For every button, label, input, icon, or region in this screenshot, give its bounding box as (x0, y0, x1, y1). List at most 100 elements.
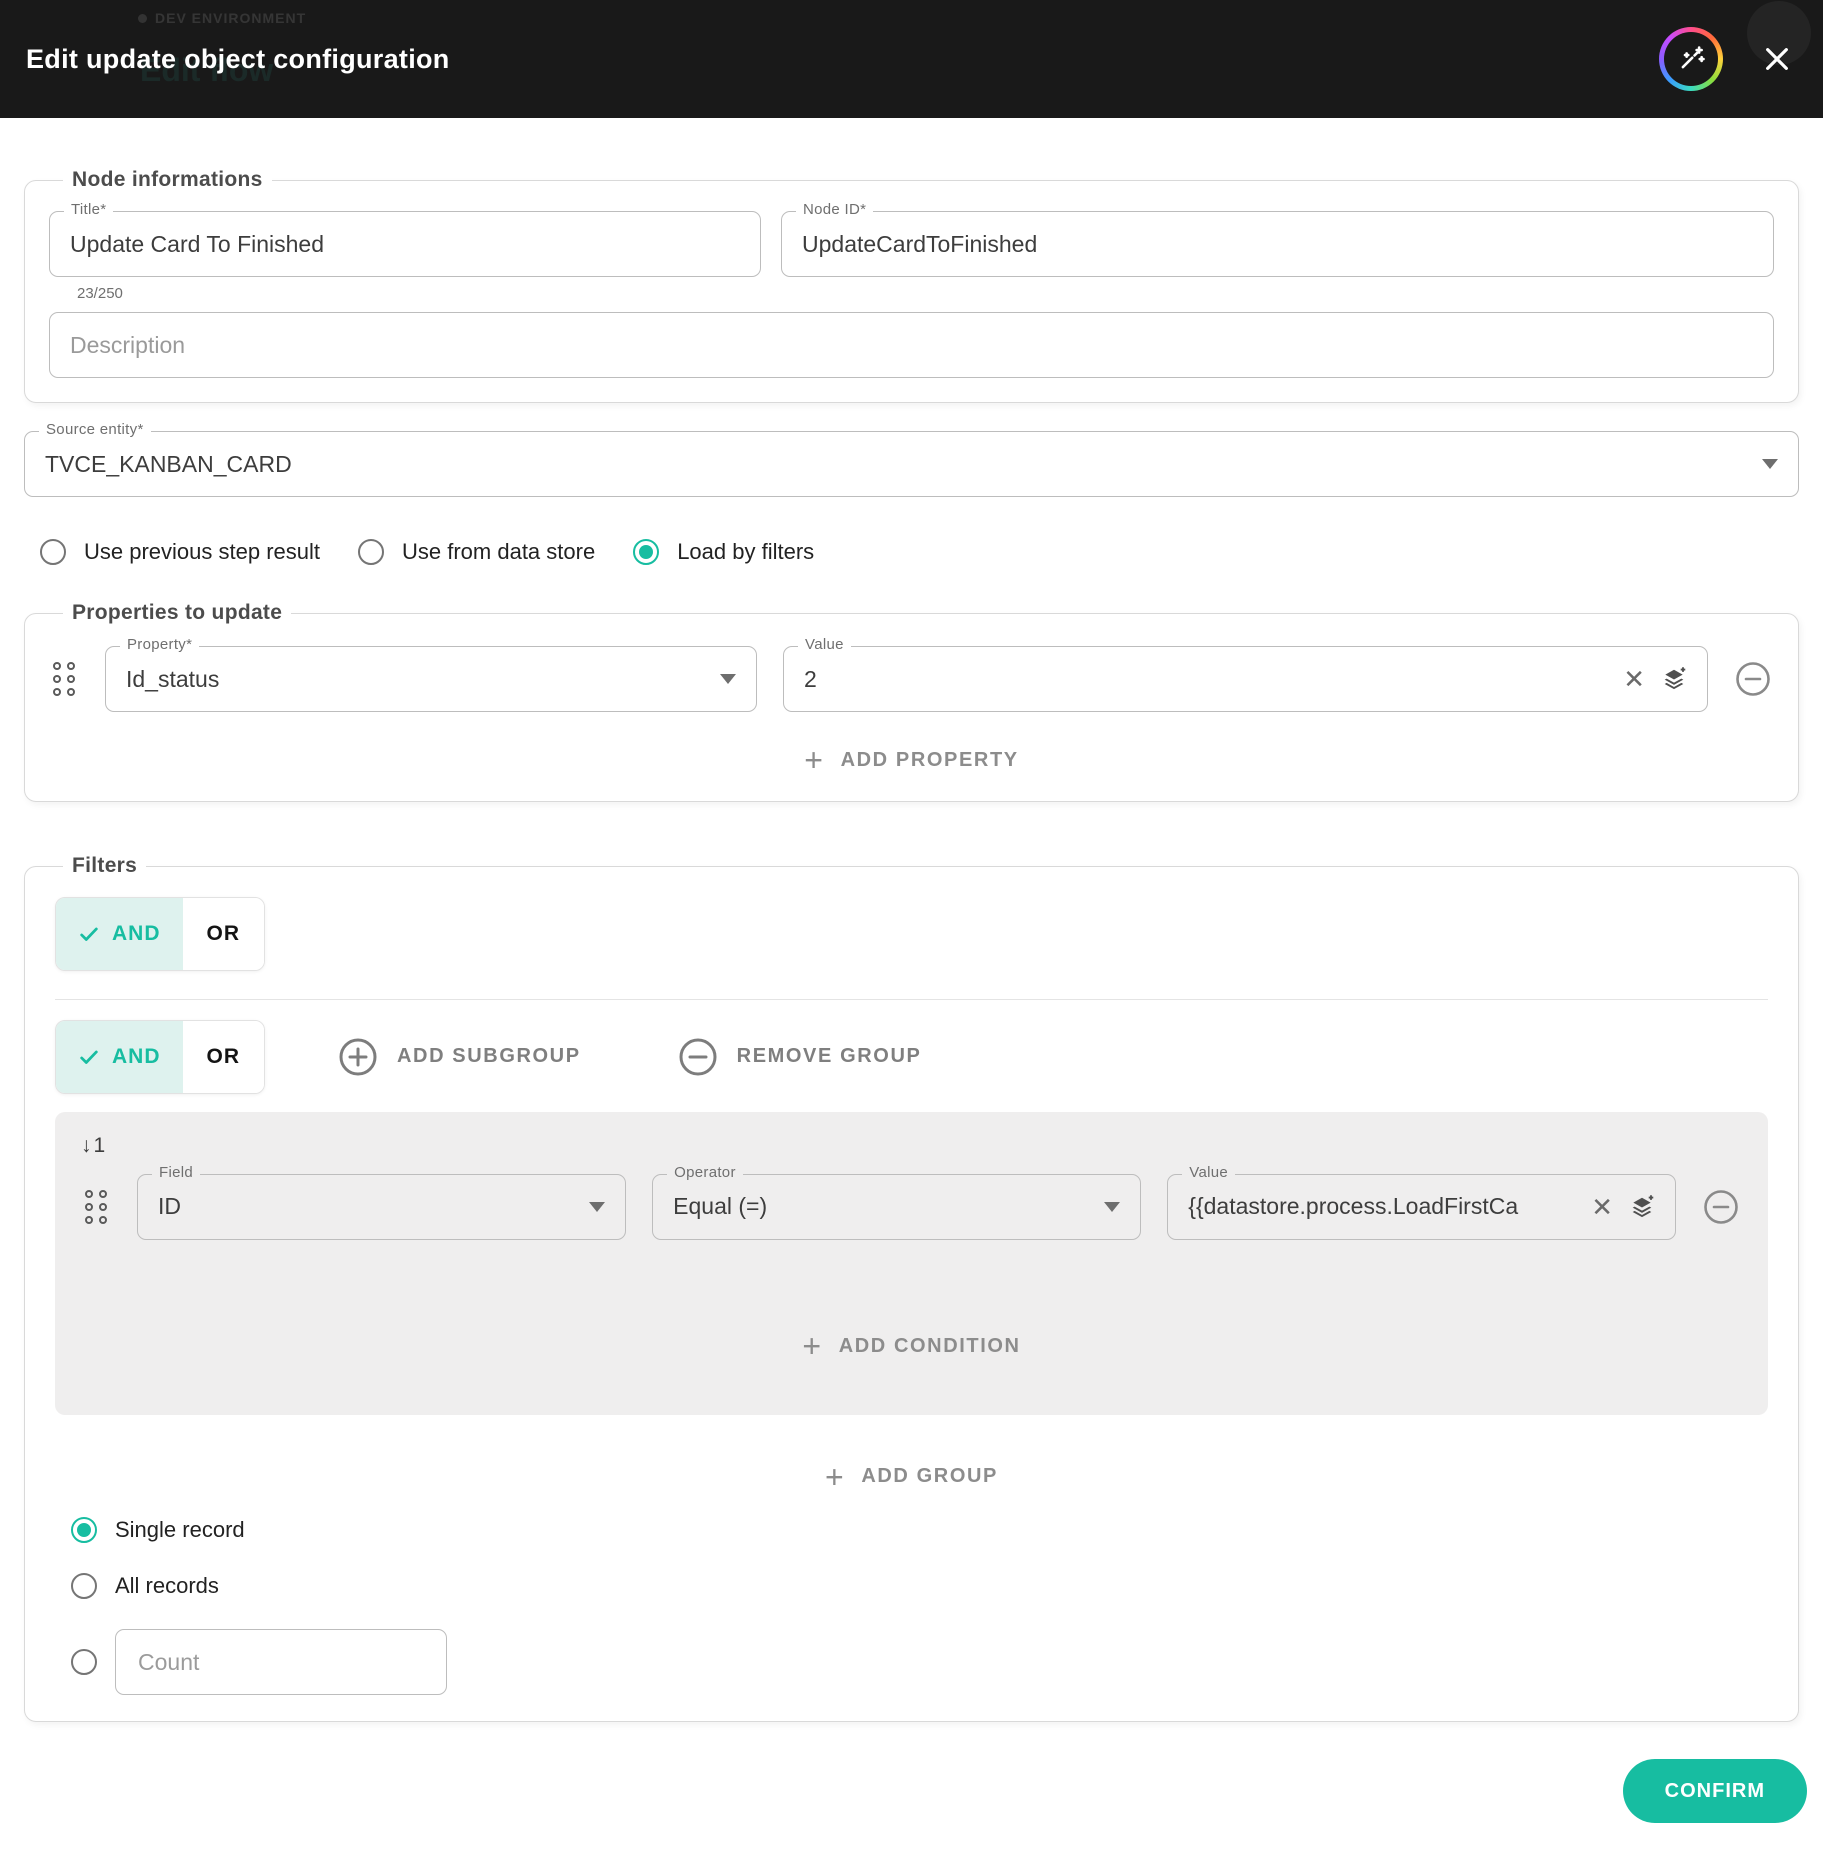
assist-button[interactable] (1659, 27, 1723, 91)
source-entity-label: Source entity* (39, 421, 151, 438)
property-label: Property* (120, 636, 200, 653)
value-label: Value (798, 636, 851, 653)
add-property-label: ADD PROPERTY (840, 748, 1019, 771)
check-icon (80, 1050, 98, 1064)
radio-icon[interactable] (633, 539, 660, 565)
field-value: ID (158, 1193, 181, 1220)
and-label: AND (112, 921, 161, 945)
description-field[interactable] (49, 312, 1774, 378)
property-select[interactable]: Property* Id_status (105, 636, 757, 712)
radio-label: Load by filters (677, 539, 815, 564)
dialog-header: DEV ENVIRONMENT Edit flow Edit update ob… (0, 0, 1823, 118)
and-segment[interactable]: AND (56, 1020, 183, 1093)
radio-label: Use previous step result (84, 539, 320, 564)
dialog-body: Node informations Title* Update Card To … (0, 168, 1823, 1723)
radio-label: Single record (115, 1517, 245, 1543)
record-mode-radio-group: Single record All records (71, 1517, 1768, 1696)
radio-count[interactable] (71, 1629, 1768, 1696)
description-input[interactable] (70, 313, 1753, 377)
remove-group-button[interactable]: REMOVE GROUP (677, 1036, 922, 1078)
close-icon (1766, 48, 1788, 70)
plus-icon: + (802, 1327, 823, 1364)
stack-plus-icon[interactable] (1629, 1194, 1655, 1220)
add-subgroup-label: ADD SUBGROUP (397, 1045, 581, 1068)
title-label: Title* (64, 201, 114, 218)
condition-value-field[interactable]: Value {{datastore.process.LoadFirstCa ✕ (1167, 1163, 1676, 1240)
radio-use-data-store[interactable]: Use from data store (358, 539, 595, 565)
remove-property-button[interactable] (1734, 660, 1772, 698)
property-row: Property* Id_status Value 2 ✕ (49, 636, 1774, 712)
remove-condition-button[interactable] (1702, 1188, 1740, 1226)
edit-update-object-dialog: DEV ENVIRONMENT Edit flow Edit update ob… (0, 0, 1823, 1853)
title-field[interactable]: Title* Update Card To Finished (49, 201, 761, 277)
add-group-button[interactable]: + ADD GROUP (55, 1458, 1768, 1495)
radio-icon[interactable] (40, 539, 66, 565)
count-input[interactable] (115, 1629, 447, 1696)
add-condition-label: ADD CONDITION (838, 1334, 1021, 1357)
chevron-down-icon (589, 1201, 606, 1212)
chevron-down-icon (1104, 1201, 1121, 1212)
condition-group-panel: ↓ 1 Field ID Operator Equal (=) Value {{… (55, 1111, 1768, 1415)
or-segment[interactable]: OR (182, 897, 264, 970)
condition-value-text: {{datastore.process.LoadFirstCa (1188, 1193, 1519, 1220)
load-mode-radio-group: Use previous step result Use from data s… (40, 535, 1799, 569)
add-subgroup-button[interactable]: ADD SUBGROUP (337, 1036, 581, 1078)
group-and-or-toggle: AND OR (55, 1019, 265, 1094)
drag-handle-icon[interactable] (81, 1189, 111, 1224)
node-id-field[interactable]: Node ID* UpdateCardToFinished (781, 201, 1774, 277)
title-value: Update Card To Finished (70, 230, 324, 257)
property-value-field[interactable]: Value 2 ✕ (783, 636, 1708, 712)
radio-load-by-filters[interactable]: Load by filters (633, 539, 814, 565)
field-label: Field (152, 1163, 201, 1181)
drag-handle-icon[interactable] (49, 662, 79, 696)
plus-icon: + (825, 1458, 846, 1495)
value-text: 2 (804, 665, 817, 692)
group-divider (55, 998, 1768, 1000)
node-informations-legend: Node informations (63, 168, 272, 192)
title-counter: 23/250 (77, 285, 123, 302)
header-actions (1659, 1, 1811, 91)
radio-label: Use from data store (402, 539, 596, 564)
clear-icon[interactable]: ✕ (1591, 1194, 1613, 1220)
condition-sort-indicator: ↓ 1 (81, 1134, 1742, 1158)
page-title: Edit update object configuration (26, 43, 450, 74)
radio-icon[interactable] (71, 1573, 97, 1600)
confirm-button[interactable]: CONFIRM (1622, 1759, 1807, 1823)
and-label: AND (112, 1044, 161, 1068)
plus-circle-icon (339, 1038, 377, 1076)
root-and-or-toggle: AND OR (55, 896, 265, 971)
stack-plus-icon[interactable] (1661, 666, 1687, 692)
node-info-row: Title* Update Card To Finished Node ID* … (49, 201, 1774, 277)
properties-legend: Properties to update (63, 601, 292, 625)
operator-select[interactable]: Operator Equal (=) (652, 1163, 1142, 1240)
add-condition-button[interactable]: + ADD CONDITION (81, 1327, 1742, 1364)
condition-index: 1 (93, 1133, 106, 1157)
add-group-label: ADD GROUP (861, 1465, 998, 1488)
arrow-down-icon: ↓ (81, 1133, 92, 1157)
clear-icon[interactable]: ✕ (1623, 666, 1645, 692)
radio-icon[interactable] (358, 539, 384, 565)
radio-single-record[interactable]: Single record (71, 1517, 1768, 1544)
field-select[interactable]: Field ID (137, 1163, 627, 1240)
radio-icon[interactable] (71, 1649, 97, 1676)
value-tools: ✕ (1591, 1194, 1655, 1220)
check-icon (80, 927, 98, 941)
source-entity-select[interactable]: Source entity* TVCE_KANBAN_CARD (24, 421, 1799, 497)
node-id-label: Node ID* (796, 201, 874, 218)
chevron-down-icon (720, 674, 736, 684)
radio-icon[interactable] (71, 1517, 97, 1544)
and-segment[interactable]: AND (56, 897, 183, 970)
add-property-button[interactable]: + ADD PROPERTY (49, 744, 1774, 776)
operator-value: Equal (=) (673, 1193, 768, 1220)
filters-fieldset: Filters AND OR AND OR ADD SUBGROUP REMOV… (24, 853, 1799, 1723)
radio-all-records[interactable]: All records (71, 1573, 1768, 1600)
source-entity-value: TVCE_KANBAN_CARD (45, 450, 292, 477)
radio-use-previous-step[interactable]: Use previous step result (40, 539, 320, 565)
close-button[interactable] (1757, 39, 1797, 79)
minus-circle-icon (679, 1038, 717, 1076)
or-segment[interactable]: OR (182, 1020, 264, 1093)
condition-row: Field ID Operator Equal (=) Value {{data… (81, 1163, 1742, 1240)
node-id-value: UpdateCardToFinished (802, 230, 1038, 257)
radio-label: All records (115, 1573, 219, 1599)
env-badge-ghost: DEV ENVIRONMENT (138, 10, 306, 26)
